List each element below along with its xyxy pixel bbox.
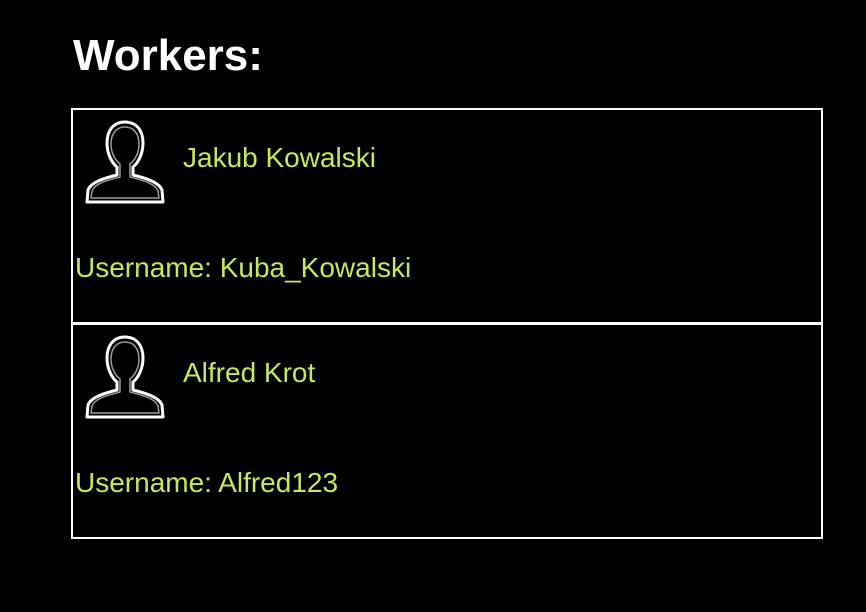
- user-silhouette-icon: [85, 120, 165, 204]
- page-title: Workers:: [73, 31, 263, 80]
- worker-card: Alfred Krot Username: Alfred123: [71, 323, 823, 539]
- worker-card: Jakub Kowalski Username: Kuba_Kowalski: [71, 108, 823, 324]
- worker-name: Alfred Krot: [183, 357, 316, 388]
- worker-name: Jakub Kowalski: [183, 142, 376, 173]
- worker-username: Username: Alfred123: [75, 467, 339, 498]
- user-silhouette-icon: [85, 335, 165, 419]
- worker-list: Jakub Kowalski Username: Kuba_Kowalski A…: [71, 108, 823, 539]
- worker-username: Username: Kuba_Kowalski: [75, 252, 412, 283]
